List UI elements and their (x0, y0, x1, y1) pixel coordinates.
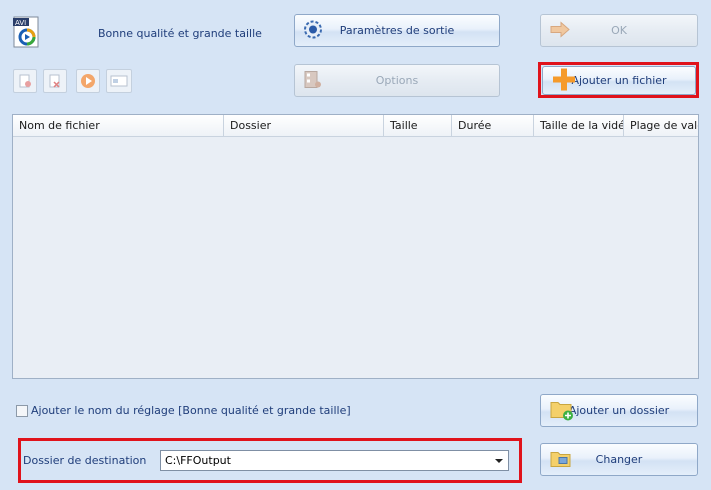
clear-list-icon[interactable] (13, 69, 37, 93)
column-header-size[interactable]: Taille (384, 115, 452, 136)
options-button[interactable]: Options (294, 64, 500, 97)
column-header-range[interactable]: Plage de valeu (624, 115, 698, 136)
svg-text:AVI: AVI (15, 19, 26, 27)
add-folder-label: Ajouter un dossier (568, 404, 670, 417)
preset-name: Bonne qualité et grande taille (98, 27, 262, 40)
change-label: Changer (595, 453, 643, 466)
file-list-header: Nom de fichier Dossier Taille Durée Tail… (13, 115, 698, 137)
arrow-right-icon (549, 20, 571, 40)
avi-file-icon: AVI (13, 15, 41, 49)
destination-label: Dossier de destination (23, 454, 147, 467)
append-preset-checkbox[interactable] (16, 405, 28, 417)
folder-add-icon (549, 397, 575, 424)
column-header-video-size[interactable]: Taille de la vidéo (534, 115, 624, 136)
gear-icon (303, 19, 323, 42)
film-icon (303, 69, 323, 92)
output-parameters-label: Paramètres de sortie (339, 24, 455, 37)
ok-button[interactable]: OK (540, 14, 698, 47)
remove-icon[interactable] (43, 69, 67, 93)
column-header-duration[interactable]: Durée (452, 115, 534, 136)
column-header-folder[interactable]: Dossier (224, 115, 384, 136)
options-label: Options (375, 74, 419, 87)
info-icon[interactable] (106, 69, 132, 93)
highlight-add-file (538, 62, 699, 98)
append-preset-label: Ajouter le nom du réglage [Bonne qualité… (31, 404, 351, 417)
destination-folder-select[interactable]: C:\FFOutput (160, 450, 509, 471)
chevron-down-icon[interactable] (495, 459, 503, 463)
output-parameters-button[interactable]: Paramètres de sortie (294, 14, 500, 47)
ok-label: OK (611, 24, 627, 37)
add-folder-button[interactable]: Ajouter un dossier (540, 394, 698, 427)
column-header-filename[interactable]: Nom de fichier (13, 115, 224, 136)
play-icon[interactable] (76, 69, 100, 93)
change-destination-button[interactable]: Changer (540, 443, 698, 476)
folder-open-icon (549, 448, 573, 471)
file-list[interactable]: Nom de fichier Dossier Taille Durée Tail… (12, 114, 699, 379)
destination-value: C:\FFOutput (165, 454, 231, 467)
